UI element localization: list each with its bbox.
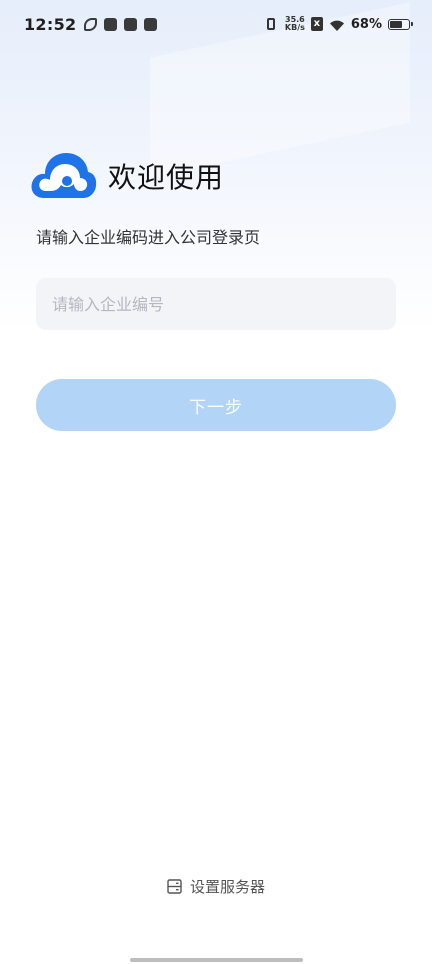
wifi-icon [329,17,345,31]
notification-icons [84,18,157,31]
company-code-input[interactable] [36,278,396,330]
network-speed-unit: KB/s [284,23,305,32]
next-button[interactable]: 下一步 [36,379,396,431]
home-indicator[interactable] [130,958,303,962]
server-icon [167,879,182,894]
network-speed: 35.6 KB/s [285,16,305,32]
battery-percent: 68% [350,16,382,32]
play-app-icon [124,18,137,31]
vibrate-icon [263,17,279,31]
leaf-app-icon [84,18,97,31]
page-title: 欢迎使用 [108,161,225,194]
server-settings-label: 设置服务器 [189,878,265,896]
status-time: 12:52 [24,15,77,34]
status-bar: 12:52 35.6 KB/s x 68% [0,0,432,52]
status-right: 35.6 KB/s x 68% [263,16,413,32]
cloud-logo-icon [31,153,97,198]
app-notification-icon [104,18,117,31]
battery-fill [390,20,402,28]
no-sim-icon: x [310,17,323,31]
bag-app-icon [144,18,157,31]
page-subtitle: 请输入企业编码进入公司登录页 [36,228,261,247]
battery-icon [388,18,413,30]
server-settings-link[interactable]: 设置服务器 [0,876,432,897]
